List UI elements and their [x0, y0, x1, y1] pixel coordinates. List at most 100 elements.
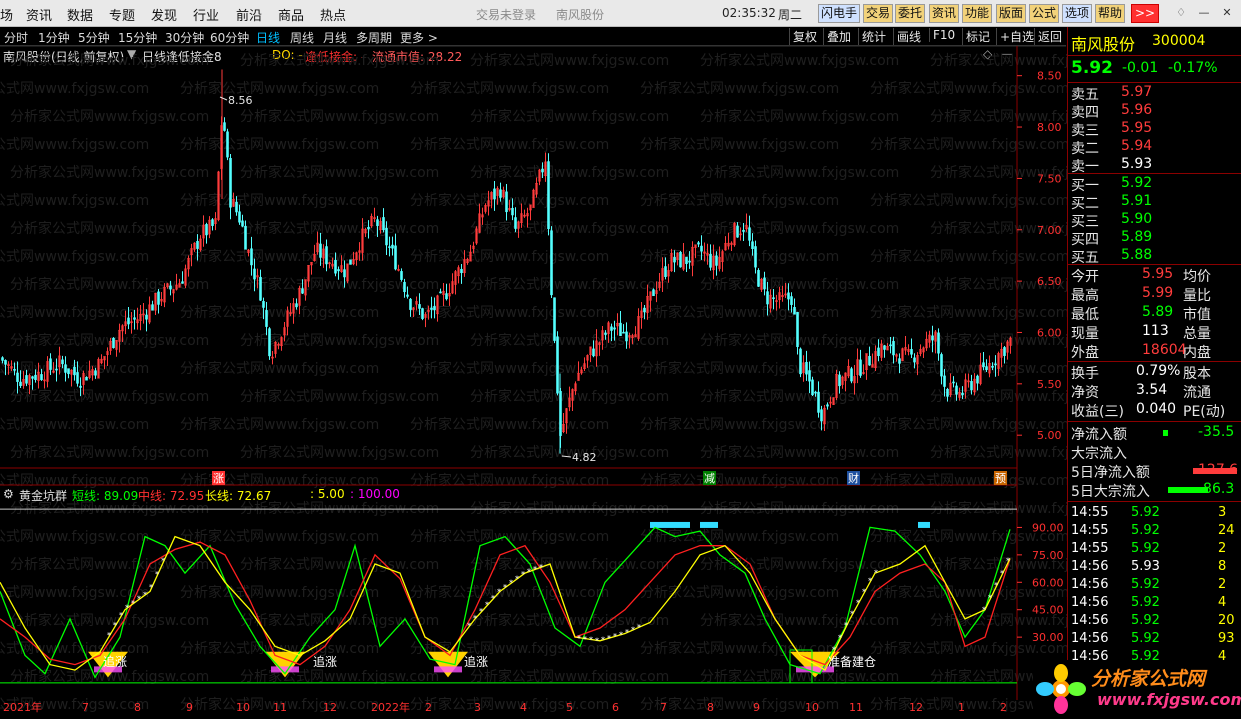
- watermark-text: 分析家公式网www.fxjgsw.com: [700, 556, 899, 573]
- watermark-text: 分析家公式网www.fxjgsw.com: [640, 416, 839, 433]
- candle-body: [547, 161, 550, 229]
- candle-body: [112, 337, 115, 349]
- candle-body: [169, 285, 172, 290]
- stat-label: 最高: [1071, 288, 1099, 304]
- watermark-text: 分析家公式网www.fxjgsw.com: [640, 472, 839, 489]
- watermark-text: 分析家公式网www.fxjgsw.com: [930, 500, 1067, 517]
- flower-logo-icon: [1036, 664, 1086, 714]
- watermark-text: 分析家公式网www.fxjgsw.com: [410, 304, 609, 321]
- bid-label: 买三: [1071, 214, 1099, 230]
- watermark-text: 分析家公式网www.fxjgsw.com: [470, 164, 669, 181]
- help-button[interactable]: 帮助: [1095, 4, 1126, 23]
- candle-body: [937, 332, 940, 354]
- candle-body: [73, 366, 76, 376]
- price-tick-label: 7.00: [1037, 224, 1062, 237]
- candle-body: [817, 391, 820, 413]
- watermark-url: www.fxjgsw.com: [1097, 690, 1241, 709]
- candle-body: [430, 307, 433, 310]
- quote-stock-name: 南风股份: [1071, 35, 1136, 54]
- candle-body: [850, 368, 853, 382]
- indicator-tick-label: 75.00: [1032, 549, 1064, 562]
- candle-body: [25, 375, 28, 384]
- watermark-text: 分析家公式网www.fxjgsw.com: [700, 220, 899, 237]
- candle-body: [31, 376, 34, 379]
- watermark-text: 分析家公式网www.fxjgsw.com: [10, 612, 209, 629]
- bid-price: 5.89: [1121, 229, 1153, 245]
- candle-body: [406, 294, 409, 297]
- quote-change: -0.01: [1122, 60, 1159, 76]
- watermark-text: 分析家公式网www.fxjgsw.com: [0, 248, 149, 265]
- indicator-long-value: 长线: 72.67: [205, 489, 272, 503]
- star-marker: *: [625, 628, 629, 637]
- indicator-title[interactable]: 黄金坑群: [19, 487, 67, 504]
- candle-body: [376, 219, 379, 226]
- candle-body: [268, 328, 271, 357]
- flow-bar: [1168, 487, 1208, 493]
- ask-price: 5.93: [1121, 156, 1153, 172]
- star-marker: *: [497, 587, 501, 596]
- candle-body: [910, 349, 913, 355]
- candle-body: [799, 348, 802, 375]
- candle-body: [301, 288, 304, 294]
- candle-body: [700, 245, 703, 252]
- ask-price: 5.94: [1121, 138, 1153, 154]
- star-marker: *: [467, 621, 471, 630]
- candle-body: [541, 168, 544, 173]
- candle-body: [994, 363, 997, 366]
- tick-time: 14:56: [1071, 631, 1109, 646]
- quote-stock-code: 300004: [1152, 33, 1206, 49]
- date-tick-label: 4: [520, 701, 527, 714]
- star-marker: *: [485, 601, 489, 610]
- close-icon[interactable]: ✕: [1216, 5, 1238, 21]
- stat-label: 换手: [1071, 366, 1099, 382]
- star-marker: *: [868, 576, 872, 585]
- candle-body: [391, 244, 394, 249]
- star-marker: *: [850, 609, 854, 618]
- stat-label: 现量: [1071, 326, 1099, 342]
- candle-body: [226, 131, 229, 158]
- candle-body: [892, 341, 895, 356]
- tick-time: 14:56: [1071, 559, 1109, 574]
- candle-body: [709, 253, 712, 268]
- star-marker: *: [533, 565, 537, 574]
- indicator-mid-value: 中线: 72.95: [138, 489, 205, 503]
- stat-value: 113: [1142, 323, 1169, 339]
- candle-body: [241, 220, 244, 227]
- stat-value: 0.040: [1136, 401, 1177, 417]
- star-marker: *: [856, 598, 860, 607]
- more-button[interactable]: >>: [1131, 4, 1159, 23]
- candle-body: [511, 207, 514, 216]
- skin-icon[interactable]: ♢: [1170, 5, 1192, 21]
- watermark-text: 分析家公式网www.fxjgsw.com: [640, 304, 839, 321]
- candle-body: [250, 248, 253, 266]
- star-marker: *: [119, 611, 123, 620]
- candle-body: [514, 217, 517, 229]
- minimize-icon[interactable]: —: [1193, 5, 1215, 21]
- watermark-text: 分析家公式网www.fxjgsw.com: [700, 276, 899, 293]
- tick-volume: 93: [1218, 631, 1235, 646]
- indicator-label-chase-3: 追涨: [464, 654, 488, 669]
- indicator-label-chase-1: 追涨: [103, 654, 127, 669]
- chart-area[interactable]: 分析家公式网www.fxjgsw.com 分析家公式网www.fxjgsw.com…: [0, 0, 1067, 719]
- candle-body: [229, 158, 232, 208]
- date-tick-label: 10: [805, 701, 819, 714]
- watermark-text: 分析家公式网www.fxjgsw.com: [410, 416, 609, 433]
- tick-time: 14:56: [1071, 595, 1109, 610]
- watermark-text: 分析家公式网www.fxjgsw.com: [470, 220, 669, 237]
- star-marker: *: [988, 593, 992, 602]
- watermark-text: 分析家公式网www.fxjgsw.com: [240, 388, 439, 405]
- indicator-gear-icon[interactable]: ⚙: [3, 487, 14, 501]
- candle-body: [553, 297, 556, 341]
- watermark-text: 分析家公式网www.fxjgsw.com: [930, 444, 1067, 461]
- high-annotation: 8.56: [228, 94, 253, 107]
- star-marker: *: [161, 557, 165, 566]
- candle-body: [604, 332, 607, 335]
- indicator-constant-2: : 100.00: [350, 487, 400, 501]
- candle-body: [991, 365, 994, 368]
- candle-body: [349, 259, 352, 265]
- candle-body: [460, 268, 463, 274]
- candle-body: [388, 246, 391, 248]
- tick-price: 5.92: [1131, 613, 1160, 628]
- candle-body: [715, 255, 718, 266]
- star-marker: *: [595, 637, 599, 646]
